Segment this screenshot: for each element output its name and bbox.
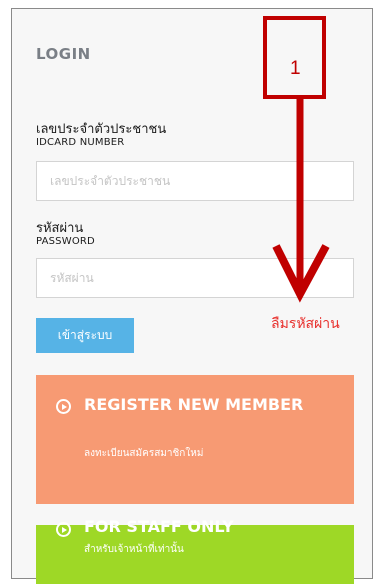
idcard-label-th: เลขประจำตัวประชาชน [36, 122, 167, 137]
register-subtitle: ลงทะเบียนสมัครสมาชิกใหม่ [84, 448, 204, 459]
annotation-number: 1 [290, 58, 301, 79]
forgot-password-link[interactable]: ลืมรหัสผ่าน [271, 313, 340, 335]
password-label-en: PASSWORD [36, 236, 95, 247]
register-new-member-button[interactable]: REGISTER NEW MEMBER ลงทะเบียนสมัครสมาชิก… [36, 375, 354, 504]
login-button[interactable]: เข้าสู่ระบบ [36, 318, 134, 353]
staff-title: FOR STAFF ONLY [84, 517, 234, 536]
staff-only-button[interactable]: FOR STAFF ONLY สำหรับเจ้าหน้าที่เท่านั้น [36, 517, 354, 584]
password-input[interactable] [36, 258, 354, 298]
password-label-th: รหัสผ่าน [36, 221, 84, 236]
play-circle-icon [56, 399, 71, 414]
idcard-input[interactable] [36, 161, 354, 201]
idcard-label-en: IDCARD NUMBER [36, 137, 125, 148]
register-title: REGISTER NEW MEMBER [84, 395, 304, 414]
staff-subtitle: สำหรับเจ้าหน้าที่เท่านั้น [84, 544, 184, 555]
login-title: LOGIN [36, 45, 91, 63]
play-circle-icon [56, 522, 71, 537]
